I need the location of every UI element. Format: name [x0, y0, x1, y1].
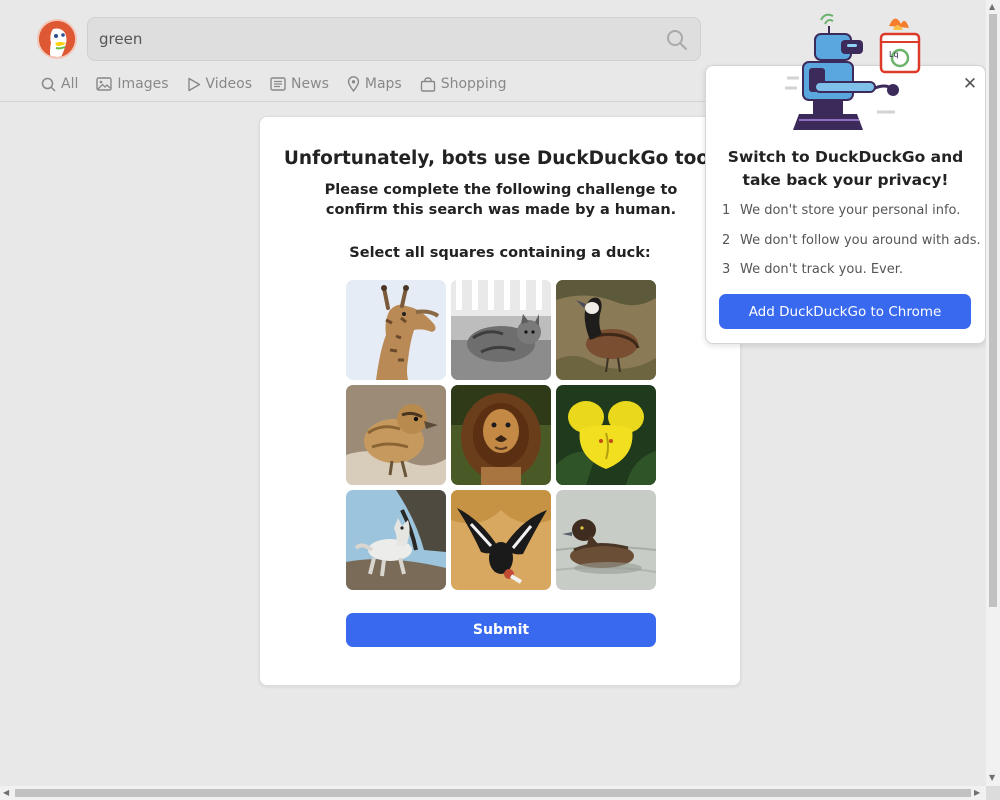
promo-point-number: 3: [722, 262, 731, 277]
submit-button[interactable]: Submit: [346, 613, 656, 647]
challenge-tile-cat[interactable]: [451, 280, 551, 380]
challenge-tile-duck-water[interactable]: [556, 490, 656, 590]
image-icon: [96, 77, 113, 91]
challenge-instruction: Select all squares containing a duck:: [349, 245, 651, 261]
robot-illustration: Lq: [785, 8, 925, 136]
promo-point: 1 We don't store your personal info.: [722, 203, 982, 233]
scroll-left-icon[interactable]: ◀: [3, 789, 9, 797]
challenge-subtitle: Please complete the following challenge …: [324, 182, 678, 218]
search-box: [87, 17, 701, 61]
nav-item-maps[interactable]: Maps: [347, 76, 402, 92]
challenge-image-grid: [346, 280, 656, 590]
map-pin-icon: [347, 76, 360, 92]
challenge-tile-dog[interactable]: [346, 490, 446, 590]
promo-points-list: 1 We don't store your personal info. 2 W…: [722, 203, 982, 292]
vertical-scroll-thumb[interactable]: [989, 14, 997, 607]
shopping-bag-icon: [420, 76, 435, 92]
add-to-chrome-button[interactable]: Add DuckDuckGo to Chrome: [719, 294, 971, 329]
vertical-scrollbar[interactable]: ▲ ▼: [986, 0, 1000, 786]
promo-point-text: We don't track you. Ever.: [740, 262, 904, 277]
promo-point-number: 2: [722, 232, 731, 248]
nav-label: News: [291, 76, 329, 92]
nav-label: All: [61, 76, 79, 92]
search-icon[interactable]: [666, 29, 688, 51]
horizontal-scroll-thumb[interactable]: [15, 789, 971, 797]
scroll-down-icon[interactable]: ▼: [989, 774, 995, 782]
nav-item-shopping[interactable]: Shopping: [420, 76, 507, 92]
search-type-nav: All Images Videos News Maps Shopping: [41, 74, 506, 94]
nav-label: Images: [117, 76, 169, 92]
nav-item-news[interactable]: News: [270, 76, 329, 92]
bot-challenge-modal: Unfortunately, bots use DuckDuckGo too. …: [259, 116, 741, 686]
promo-point-text: We don't follow you around with ads.: [740, 232, 981, 248]
scrollbar-corner: [986, 786, 1000, 800]
search-input[interactable]: [99, 18, 659, 60]
nav-item-images[interactable]: Images: [96, 76, 169, 92]
promo-point-number: 1: [722, 203, 731, 218]
challenge-title: Unfortunately, bots use DuckDuckGo too.: [283, 148, 717, 169]
svg-text:Lq: Lq: [889, 50, 899, 59]
nav-label: Videos: [205, 76, 253, 92]
nav-label: Shopping: [440, 76, 507, 92]
horizontal-scrollbar[interactable]: ◀ ▶: [0, 786, 986, 800]
scroll-up-icon[interactable]: ▲: [989, 3, 995, 11]
play-icon: [187, 77, 200, 91]
newspaper-icon: [270, 77, 286, 91]
duckduckgo-logo[interactable]: [37, 19, 77, 59]
close-icon[interactable]: ✕: [961, 75, 979, 93]
promo-point: 3 We don't track you. Ever.: [722, 262, 982, 292]
promo-title: Switch to DuckDuckGo and take back your …: [706, 146, 985, 192]
nav-label: Maps: [364, 76, 402, 92]
search-icon: [41, 77, 56, 92]
promo-title-line-2: take back your privacy!: [742, 171, 949, 189]
challenge-tile-condor[interactable]: [451, 490, 551, 590]
nav-item-videos[interactable]: Videos: [187, 76, 253, 92]
challenge-tile-duck[interactable]: [556, 280, 656, 380]
challenge-tile-lion[interactable]: [451, 385, 551, 485]
promo-point: 2 We don't follow you around with ads.: [722, 233, 982, 263]
challenge-tile-flower[interactable]: [556, 385, 656, 485]
challenge-tile-duckling[interactable]: [346, 385, 446, 485]
promo-title-line-1: Switch to DuckDuckGo and: [727, 148, 964, 166]
nav-item-all[interactable]: All: [41, 76, 78, 92]
scroll-right-icon[interactable]: ▶: [974, 789, 980, 797]
promo-point-text: We don't store your personal info.: [740, 203, 961, 218]
challenge-tile-giraffe[interactable]: [346, 280, 446, 380]
